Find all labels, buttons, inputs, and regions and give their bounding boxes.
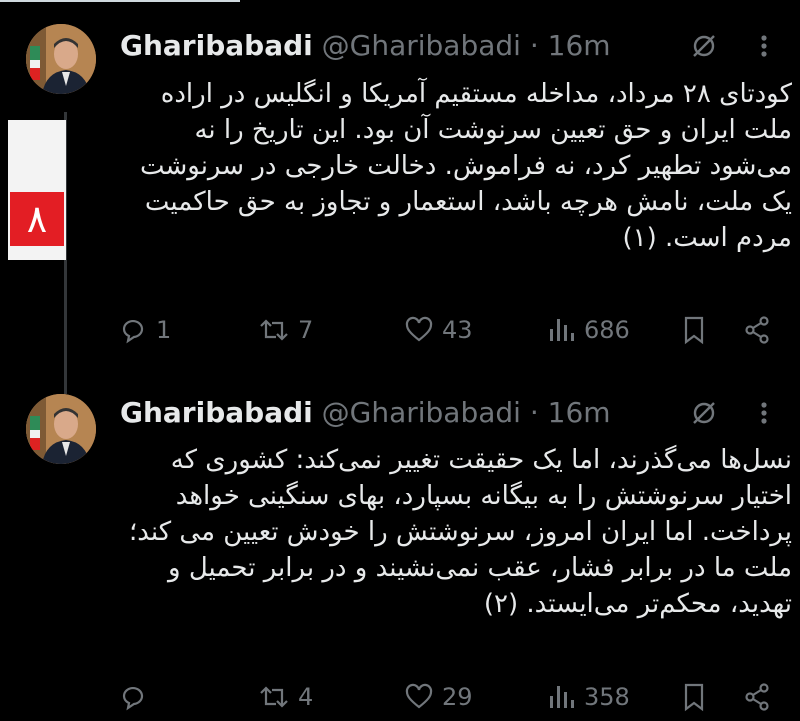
reply-button[interactable] — [118, 682, 156, 712]
more-icon[interactable] — [752, 399, 776, 427]
reply-icon — [118, 315, 148, 345]
heart-icon — [404, 682, 434, 712]
share-icon — [742, 315, 772, 345]
views-count: 686 — [584, 316, 630, 344]
bookmark-button[interactable] — [680, 315, 708, 345]
grok-icon[interactable] — [690, 32, 718, 60]
tweet-header: Gharibabadi @Gharibabadi · 16m — [120, 29, 611, 62]
tweet-header: Gharibabadi @Gharibabadi · 16m — [120, 396, 611, 429]
heart-icon — [404, 315, 434, 345]
user-handle[interactable]: @Gharibabadi — [322, 29, 521, 62]
views-button[interactable]: 358 — [546, 682, 630, 712]
reply-button[interactable]: 1 — [118, 315, 171, 345]
bookmark-icon — [680, 682, 708, 712]
display-name[interactable]: Gharibabadi — [120, 29, 313, 62]
timestamp[interactable]: 16m — [548, 396, 611, 429]
repost-button[interactable]: 4 — [258, 682, 313, 712]
views-icon — [546, 682, 576, 712]
separator-dot: · — [529, 29, 539, 62]
repost-icon — [258, 682, 290, 712]
share-icon — [742, 682, 772, 712]
avatar[interactable] — [26, 24, 96, 94]
grok-icon[interactable] — [690, 399, 718, 427]
display-name[interactable]: Gharibabadi — [120, 396, 313, 429]
views-count: 358 — [584, 683, 630, 711]
top-divider — [0, 0, 240, 2]
tweet-text: نسل‌ها می‌گذرند، اما یک حقیقت تغییر نمی‌… — [129, 445, 792, 619]
views-button[interactable]: 686 — [546, 315, 630, 345]
more-icon[interactable] — [752, 32, 776, 60]
views-icon — [546, 315, 576, 345]
share-button[interactable] — [742, 315, 772, 345]
like-count: 29 — [442, 683, 473, 711]
repost-icon — [258, 315, 290, 345]
channel-watermark-logo: ۸ — [8, 120, 66, 260]
repost-count: 7 — [298, 316, 314, 344]
reply-count: 1 — [156, 316, 172, 344]
avatar[interactable] — [26, 394, 96, 464]
bookmark-icon — [680, 315, 708, 345]
like-button[interactable]: 43 — [404, 315, 473, 345]
repost-count: 4 — [298, 683, 314, 711]
bookmark-button[interactable] — [680, 682, 708, 712]
reply-icon — [118, 682, 148, 712]
tweet-text: کودتای ۲۸ مرداد، مداخله مستقیم آمریکا و … — [139, 79, 792, 253]
repost-button[interactable]: 7 — [258, 315, 313, 345]
separator-dot: · — [529, 396, 539, 429]
share-button[interactable] — [742, 682, 772, 712]
like-count: 43 — [442, 316, 473, 344]
timestamp[interactable]: 16m — [548, 29, 611, 62]
like-button[interactable]: 29 — [404, 682, 473, 712]
user-handle[interactable]: @Gharibabadi — [322, 396, 521, 429]
